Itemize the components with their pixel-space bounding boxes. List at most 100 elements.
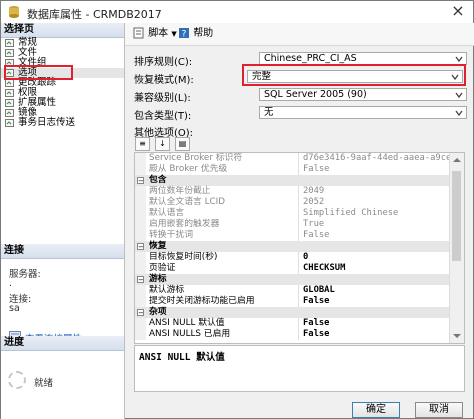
- grid-property-row[interactable]: ANSI NULLS 已启用 False: [135, 329, 464, 340]
- property-value[interactable]: CHECKSUM: [298, 263, 450, 274]
- property-grid[interactable]: Service Broker 标识符 d76e3416-9aaf-44ed-aae…: [134, 152, 465, 344]
- help-label: 帮助: [193, 28, 214, 39]
- property-name: 殿从 Broker 优先级: [149, 164, 228, 174]
- row-gutter: −: [135, 274, 146, 285]
- collation-label: 排序规则(C):: [134, 57, 193, 68]
- progress-section: 进度: [1, 336, 124, 398]
- row-gutter: [135, 263, 146, 274]
- grid-property-row[interactable]: 两位数年份截止 2049: [135, 186, 464, 197]
- page-icon: [5, 99, 14, 107]
- grid-property-row[interactable]: 页验证 CHECKSUM: [135, 263, 464, 274]
- property-name: 默认游标: [149, 285, 185, 295]
- script-label: 脚本: [148, 28, 169, 39]
- grid-scrollbar[interactable]: [449, 153, 464, 343]
- row-gutter: [135, 186, 146, 197]
- property-pages-icon[interactable]: ▤: [175, 137, 190, 151]
- svg-text:?: ?: [182, 30, 187, 40]
- collapse-icon[interactable]: −: [137, 309, 144, 317]
- property-name: 默认全文语言 LCID: [149, 197, 225, 207]
- row-gutter: [135, 208, 146, 219]
- grid-category-row[interactable]: − 恢复: [135, 241, 464, 252]
- script-button[interactable]: 脚本 ▼: [133, 27, 177, 41]
- row-gutter: [135, 329, 146, 340]
- categorized-icon[interactable]: ≡: [135, 137, 150, 151]
- page-icon: [5, 39, 14, 47]
- category-name: 恢复: [149, 241, 167, 251]
- description-panel: ANSI NULL 默认值: [134, 345, 465, 392]
- row-gutter: [135, 153, 146, 164]
- title-bar: 数据库属性 - CRMDB2017 ×: [1, 1, 473, 24]
- collapse-icon[interactable]: −: [137, 177, 144, 185]
- page-list: 常规 文件 文件组 选项 更改跟踪 权限 扩展属性 镜像 事务日志传送: [1, 38, 124, 128]
- grid-category-row[interactable]: − 包含: [135, 175, 464, 186]
- property-value[interactable]: True: [298, 219, 450, 230]
- grid-category-row[interactable]: − 游标: [135, 274, 464, 285]
- help-button[interactable]: ? 帮助: [178, 27, 213, 41]
- grid-property-row[interactable]: 默认语言 Simplified Chinese: [135, 208, 464, 219]
- grid-property-row[interactable]: 殿从 Broker 优先级 False: [135, 164, 464, 175]
- property-value[interactable]: 2052: [298, 197, 450, 208]
- containment-combo[interactable]: 无: [259, 106, 467, 119]
- grid-property-row[interactable]: 转换干扰词 False: [135, 230, 464, 241]
- chevron-down-icon: ▼: [171, 30, 177, 38]
- grid-property-row[interactable]: 默认全文语言 LCID 2052: [135, 197, 464, 208]
- grid-property-row[interactable]: Service Broker 标识符 d76e3416-9aaf-44ed-aae…: [135, 153, 464, 164]
- scrollbar-thumb[interactable]: [452, 171, 461, 261]
- property-value[interactable]: 0: [298, 252, 450, 263]
- alphabetical-icon[interactable]: ↓: [155, 137, 170, 151]
- description-title: ANSI NULL 默认值: [139, 352, 225, 363]
- connection-section: 连接 服务器: . 连接: sa 查看连接属性: [1, 244, 124, 345]
- cancel-button[interactable]: 取消: [415, 402, 463, 418]
- row-gutter: [135, 285, 146, 296]
- property-name: 两位数年份截止: [149, 186, 211, 196]
- property-value[interactable]: 2049: [298, 186, 450, 197]
- category-name: 包含: [149, 175, 167, 185]
- property-name: 启用嵌套的触发器: [149, 219, 220, 229]
- grid-property-row[interactable]: ANSI NULL 默认值 False: [135, 318, 464, 329]
- collapse-icon[interactable]: −: [137, 276, 144, 284]
- containment-value: 无: [264, 107, 274, 118]
- sidebar-item[interactable]: 事务日志传送: [1, 118, 124, 128]
- property-value[interactable]: False: [298, 329, 450, 340]
- progress-spinner-icon: [8, 371, 26, 389]
- compat-level-combo[interactable]: SQL Server 2005 (90): [259, 88, 467, 101]
- property-name: 页验证: [149, 263, 176, 273]
- grid-property-row[interactable]: 启用嵌套的触发器 True: [135, 219, 464, 230]
- property-value[interactable]: False: [298, 164, 450, 175]
- collapse-icon[interactable]: −: [137, 243, 144, 251]
- row-gutter: [135, 219, 146, 230]
- property-value[interactable]: False: [298, 296, 450, 307]
- toolbar: 脚本 ▼ ? 帮助: [125, 23, 474, 46]
- grid-property-row[interactable]: 提交时关闭游标功能已启用 False: [135, 296, 464, 307]
- grid-category-row[interactable]: − 杂项: [135, 307, 464, 318]
- page-icon: [5, 79, 14, 87]
- scroll-down-icon[interactable]: [453, 334, 461, 338]
- row-gutter: [135, 230, 146, 241]
- scroll-up-icon[interactable]: [453, 158, 461, 162]
- property-value[interactable]: False: [298, 318, 450, 329]
- row-gutter: [135, 252, 146, 263]
- property-value[interactable]: d76e3416-9aaf-44ed-aaea-a9ce5c695f0b: [298, 153, 450, 164]
- ok-button[interactable]: 确定: [352, 402, 400, 418]
- property-value[interactable]: GLOBAL: [298, 285, 450, 296]
- property-name: 提交时关闭游标功能已启用: [149, 296, 255, 306]
- connection-header: 连接: [1, 244, 124, 259]
- category-name: 游标: [149, 274, 167, 284]
- property-name: 目标恢复时间(秒): [149, 252, 218, 262]
- property-name: 默认语言: [149, 208, 185, 218]
- grid-property-row[interactable]: 目标恢复时间(秒) 0: [135, 252, 464, 263]
- select-page-header: 选择页: [1, 23, 124, 38]
- row-gutter: [135, 197, 146, 208]
- grid-property-row[interactable]: 默认游标 GLOBAL: [135, 285, 464, 296]
- property-value[interactable]: Simplified Chinese: [298, 208, 450, 219]
- collation-value: Chinese_PRC_CI_AS: [264, 53, 357, 64]
- recovery-model-label: 恢复模式(M):: [134, 75, 194, 86]
- property-value[interactable]: False: [298, 230, 450, 241]
- help-icon: ?: [179, 28, 189, 40]
- page-icon: [5, 119, 14, 127]
- left-panel: 选择页 常规 文件 文件组 选项 更改跟踪 权限 扩展属性 镜像 事务日志传送 连接 服务器: …: [1, 23, 125, 419]
- compat-level-value: SQL Server 2005 (90): [264, 89, 367, 100]
- close-button[interactable]: ×: [443, 1, 473, 23]
- window-title: 数据库属性 - CRMDB2017: [27, 8, 162, 21]
- property-grid-toolbar: ≡ ↓ ▤: [135, 137, 195, 151]
